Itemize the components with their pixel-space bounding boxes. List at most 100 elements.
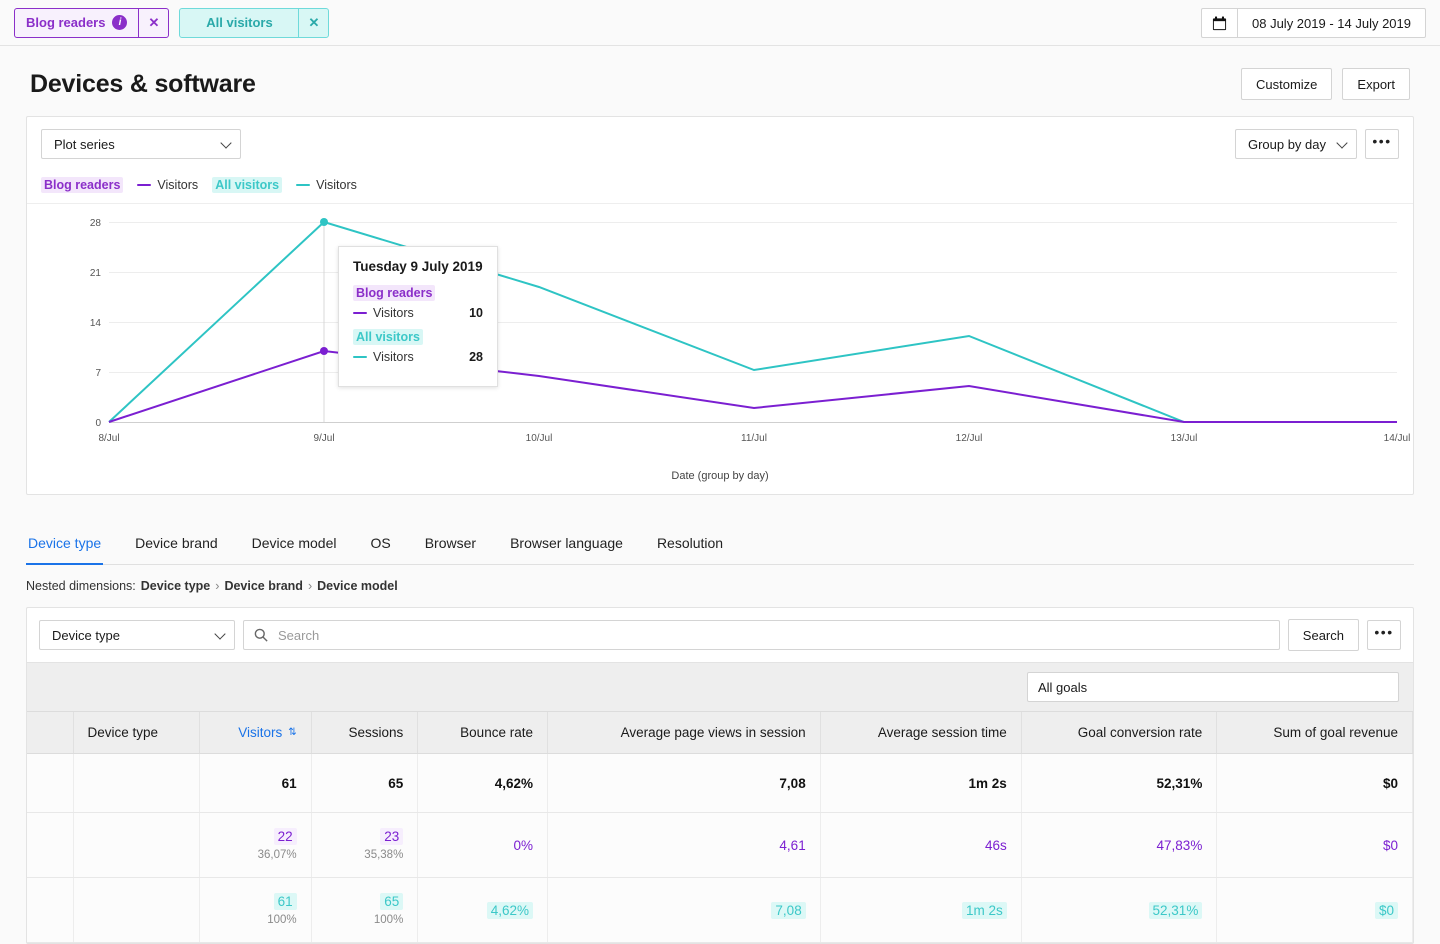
chart-toolbar-right: Group by day •••: [1234, 129, 1399, 159]
cell-value: 46s: [984, 837, 1007, 853]
cell-value: 4,62%: [486, 901, 533, 919]
legend-segment-all-visitors[interactable]: All visitors: [212, 177, 283, 193]
date-range-picker[interactable]: 08 July 2019 - 14 July 2019: [1201, 8, 1426, 38]
segment-chip-text: Blog readers: [26, 15, 106, 30]
cell-value: $0: [1374, 901, 1398, 919]
cell-avg-session-time: 1m 2s: [820, 877, 1022, 943]
svg-text:10/Jul: 10/Jul: [526, 433, 553, 444]
table-more-button[interactable]: •••: [1367, 620, 1401, 650]
tab-browser[interactable]: Browser: [423, 529, 478, 565]
goals-select[interactable]: All goals: [1027, 672, 1399, 702]
group-by-select[interactable]: Group by day: [1234, 129, 1357, 159]
legend-metric-label: Visitors: [157, 178, 199, 192]
cell-value: 61: [273, 893, 297, 910]
group-by-value: Group by day: [1247, 136, 1326, 152]
row-index-cell: [27, 812, 74, 878]
cell-value: 7,08: [771, 901, 806, 919]
table-row[interactable]: 22 36,07% 23 35,38% 0% 4,61 46s 47,83% $…: [27, 812, 1413, 878]
close-icon[interactable]: ✕: [298, 8, 328, 37]
svg-text:8/Jul: 8/Jul: [98, 433, 119, 444]
column-header-sessions[interactable]: Sessions: [311, 712, 419, 754]
column-header-goal-conversion-rate[interactable]: Goal conversion rate: [1021, 712, 1218, 754]
cell-value: 65: [380, 893, 404, 910]
svg-text:12/Jul: 12/Jul: [956, 433, 983, 444]
date-range-text: 08 July 2019 - 14 July 2019: [1252, 15, 1411, 31]
page-title: Devices & software: [30, 69, 256, 98]
tab-device-model[interactable]: Device model: [250, 529, 339, 565]
chart-point-all-visitors: [320, 218, 328, 226]
column-header-sum-goal-revenue[interactable]: Sum of goal revenue: [1216, 712, 1413, 754]
row-device-type-cell: [73, 753, 201, 813]
column-header-avg-session-time[interactable]: Average session time: [820, 712, 1022, 754]
cell-subvalue: 100%: [373, 914, 404, 926]
sort-icon[interactable]: ⇅: [288, 728, 296, 738]
cell-value: 47,83%: [1156, 837, 1203, 853]
chart-gridlines: [109, 222, 1397, 373]
cell-value: 65: [388, 775, 404, 791]
chart-x-axis-labels: 8/Jul 9/Jul 10/Jul 11/Jul 12/Jul 13/Jul …: [98, 433, 1410, 444]
table-row[interactable]: 61 100% 65 100% 4,62% 7,08 1m 2s 52,31%: [27, 877, 1413, 943]
nested-dimension-item[interactable]: Device brand: [224, 579, 303, 593]
dimension-select[interactable]: Device type: [39, 620, 235, 650]
legend-metric-all-visitors[interactable]: Visitors: [296, 178, 357, 192]
column-header-visitors[interactable]: Visitors ⇅: [199, 712, 312, 754]
tab-device-brand[interactable]: Device brand: [133, 529, 220, 565]
line-swatch-icon: [353, 356, 367, 358]
goals-select-value: All goals: [1038, 679, 1088, 695]
tab-device-type[interactable]: Device type: [26, 529, 104, 565]
chevron-right-icon: ›: [215, 579, 220, 593]
chart-plot-area[interactable]: 28 21 14 7 0 8/Jul 9/Jul 10/Jul 11/Jul 1…: [27, 204, 1413, 474]
row-index-cell: [27, 877, 74, 943]
calendar-icon: [1202, 9, 1238, 37]
chart-card: Plot series Group by day ••• Blog reader…: [26, 116, 1414, 495]
search-button[interactable]: Search: [1287, 619, 1359, 651]
cell-value: 0%: [513, 837, 533, 853]
nested-dimension-item[interactable]: Device type: [141, 579, 210, 593]
cell-value: 1m 2s: [968, 775, 1007, 791]
segment-chip-blog-readers[interactable]: Blog readers i ✕: [14, 7, 170, 38]
segment-bar: Blog readers i ✕ All visitors ✕ 08 July …: [0, 0, 1440, 46]
info-icon[interactable]: i: [112, 15, 128, 30]
chevron-down-icon: [214, 628, 226, 640]
plot-series-select[interactable]: Plot series: [41, 129, 241, 159]
table-search-row: Device type Search •••: [27, 608, 1413, 662]
plot-series-value: Plot series: [54, 136, 115, 152]
cell-value: $0: [1382, 775, 1398, 791]
cell-subvalue: 100%: [267, 914, 297, 926]
column-header-device-type[interactable]: Device type: [73, 712, 201, 754]
tab-resolution[interactable]: Resolution: [655, 529, 725, 565]
table-header: Device type Visitors ⇅ Sessions Bounce ra…: [27, 712, 1413, 754]
line-swatch-icon: [137, 184, 152, 186]
tab-os[interactable]: OS: [368, 529, 392, 565]
segment-chip-list: Blog readers i ✕ All visitors ✕: [14, 7, 330, 38]
export-button[interactable]: Export: [1342, 68, 1410, 100]
nested-dimension-item[interactable]: Device model: [317, 579, 398, 593]
svg-text:7: 7: [95, 368, 101, 379]
search-field[interactable]: [243, 620, 1280, 650]
segment-chip-all-visitors[interactable]: All visitors ✕: [179, 7, 330, 38]
search-input[interactable]: [276, 626, 1279, 644]
column-header-avg-page-views[interactable]: Average page views in session: [547, 712, 821, 754]
column-header-bounce-rate[interactable]: Bounce rate: [417, 712, 548, 754]
customize-button[interactable]: Customize: [1241, 68, 1333, 100]
tab-browser-language[interactable]: Browser language: [508, 529, 625, 565]
chart-legend: Blog readers Visitors All visitors Visit…: [27, 171, 1413, 204]
cell-subvalue: 36,07%: [257, 849, 297, 861]
svg-text:28: 28: [90, 218, 102, 229]
cell-value: 61: [281, 775, 297, 791]
chart-more-button[interactable]: •••: [1365, 129, 1399, 159]
legend-segment-blog-readers[interactable]: Blog readers: [41, 177, 124, 193]
chart-tooltip: Tuesday 9 July 2019 Blog readers Visitor…: [338, 246, 498, 387]
metrics-table: Device type Visitors ⇅ Sessions Bounce ra…: [27, 712, 1413, 943]
tooltip-metric-value: 10: [469, 306, 483, 320]
close-icon[interactable]: ✕: [138, 8, 168, 37]
chart-point-blog-readers: [320, 347, 328, 355]
segment-chip-label[interactable]: All visitors: [180, 9, 298, 37]
table-row[interactable]: 61 65 4,62% 7,08 1m 2s 52,31% $0: [27, 753, 1413, 813]
tooltip-segment-label: Blog readers: [353, 285, 436, 301]
svg-text:21: 21: [90, 268, 102, 279]
legend-metric-blog-readers[interactable]: Visitors: [137, 178, 198, 192]
page-header-actions: Customize Export: [1241, 68, 1410, 100]
segment-chip-label[interactable]: Blog readers i: [15, 9, 138, 37]
cell-sessions: 23 35,38%: [311, 812, 419, 878]
